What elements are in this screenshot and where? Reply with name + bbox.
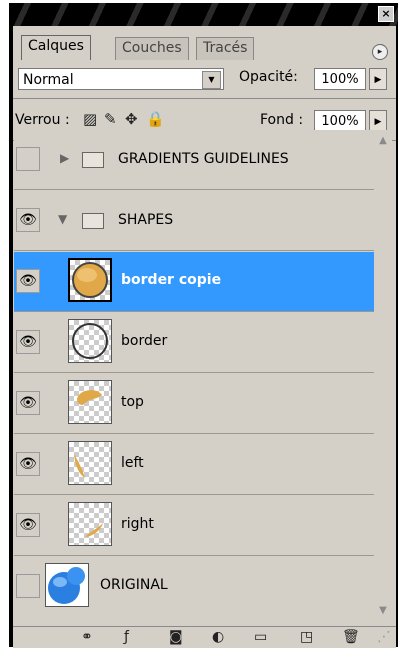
fill-label: Fond :	[260, 112, 304, 128]
layer-name: SHAPES	[118, 212, 174, 228]
trash-icon[interactable]: 🗑	[342, 629, 360, 645]
eye-icon[interactable]: 👁	[16, 513, 40, 537]
layer-name: GRADIENTS GUIDELINES	[118, 151, 289, 167]
layer-name: ORIGINAL	[100, 577, 168, 593]
layer-name: top	[121, 394, 144, 410]
fill-input[interactable]: 100%	[314, 110, 366, 132]
layer-name: border	[121, 333, 168, 349]
new-layer-icon[interactable]: ◳	[300, 629, 313, 645]
tab-strip: Calques Couches Tracés ▸	[13, 26, 396, 62]
divider	[14, 494, 374, 495]
orange-shape-icon	[74, 454, 85, 478]
tab-calques[interactable]: Calques	[21, 35, 91, 62]
lock-transparency-icon[interactable]: ▨	[83, 110, 97, 128]
layer-top[interactable]: 👁 top	[14, 374, 374, 434]
layer-name: left	[121, 455, 144, 471]
divider	[14, 433, 374, 434]
divider	[13, 98, 396, 99]
layers-list: ▶ GRADIENTS GUIDELINES 👁 ▼ SHAPES 👁 bord…	[14, 130, 374, 622]
chevron-down-icon[interactable]: ▼	[202, 71, 221, 89]
eye-icon[interactable]: 👁	[16, 452, 40, 476]
blend-mode-value: Normal	[23, 72, 74, 88]
layer-thumbnail	[45, 563, 89, 607]
panel-titlebar: ×	[9, 3, 398, 26]
opacity-label: Opacité:	[239, 69, 298, 85]
scroll-up-icon[interactable]: ▲	[374, 134, 392, 148]
eye-icon[interactable]: 👁	[16, 391, 40, 415]
layers-panel: × Calques Couches Tracés ▸ Normal ▼ Opac…	[9, 3, 398, 648]
layer-thumbnail	[68, 258, 112, 302]
collapse-triangle-icon[interactable]: ▼	[58, 212, 67, 226]
bottom-toolbar: ⚭ ƒ ◙ ◐ ▭ ◳ 🗑 ⋰	[13, 626, 396, 648]
tab-traces[interactable]: Tracés	[196, 37, 255, 60]
layer-thumbnail	[68, 319, 112, 363]
panel-menu-icon[interactable]: ▸	[372, 44, 388, 60]
lock-position-icon[interactable]: ✥	[125, 110, 138, 128]
layer-name: right	[121, 516, 154, 532]
divider	[14, 311, 374, 312]
eye-icon[interactable]: 👁	[16, 208, 40, 232]
tab-couches[interactable]: Couches	[115, 37, 189, 60]
layer-left[interactable]: 👁 left	[14, 435, 374, 495]
layers-scrollbar[interactable]: ▲ ▼	[374, 130, 392, 622]
layer-name: border copie	[121, 272, 222, 288]
orange-shape-icon	[77, 390, 102, 405]
adjustment-icon[interactable]: ◐	[212, 629, 224, 645]
blue-bubbles-icon	[48, 567, 85, 604]
lock-image-icon[interactable]: ✎	[104, 110, 117, 128]
new-group-icon[interactable]: ▭	[254, 629, 267, 645]
layer-original[interactable]: ORIGINAL	[14, 557, 374, 617]
divider	[14, 250, 374, 251]
circle-outline-icon	[72, 323, 108, 359]
layer-group-shapes[interactable]: 👁 ▼ SHAPES	[14, 191, 374, 251]
mask-icon[interactable]: ◙	[169, 629, 183, 645]
folder-icon	[82, 152, 104, 168]
link-icon[interactable]: ⚭	[81, 629, 93, 645]
lock-all-icon[interactable]: 🔒	[146, 110, 165, 128]
eye-icon[interactable]: 👁	[16, 269, 40, 293]
visibility-toggle[interactable]	[16, 147, 40, 171]
scroll-down-icon[interactable]: ▼	[374, 604, 392, 618]
layer-right[interactable]: 👁 right	[14, 496, 374, 556]
lock-label: Verrou :	[15, 112, 70, 128]
fx-icon[interactable]: ƒ	[124, 629, 129, 645]
divider	[14, 555, 374, 556]
eye-icon[interactable]: 👁	[16, 330, 40, 354]
orange-circle-icon	[72, 262, 108, 298]
blend-mode-select[interactable]: Normal ▼	[18, 68, 224, 90]
layer-thumbnail	[68, 502, 112, 546]
layer-thumbnail	[68, 441, 112, 485]
resize-grip-icon[interactable]: ⋰	[377, 629, 391, 645]
orange-shape-icon	[85, 523, 103, 537]
fill-slider-button[interactable]: ▶	[369, 110, 387, 132]
layer-thumbnail	[68, 380, 112, 424]
visibility-toggle[interactable]	[16, 574, 40, 598]
opacity-slider-button[interactable]: ▶	[369, 68, 387, 90]
opacity-input[interactable]: 100%	[314, 68, 366, 90]
layer-border-copie[interactable]: 👁 border copie	[14, 252, 374, 312]
folder-icon	[82, 213, 104, 229]
close-icon[interactable]: ×	[378, 6, 394, 22]
divider	[14, 372, 374, 373]
layer-border[interactable]: 👁 border	[14, 313, 374, 373]
expand-triangle-icon[interactable]: ▶	[60, 151, 69, 165]
layer-group-gradients-guidelines[interactable]: ▶ GRADIENTS GUIDELINES	[14, 130, 374, 190]
divider	[14, 189, 374, 190]
